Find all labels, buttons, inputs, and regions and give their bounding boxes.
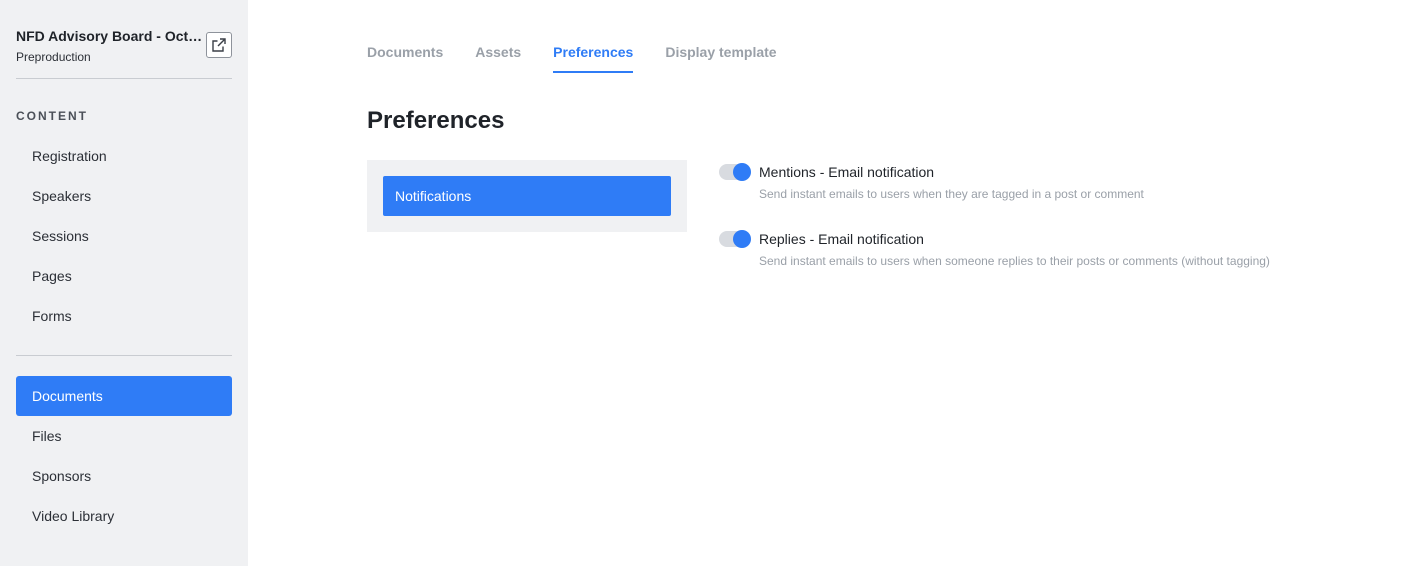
mentions-email-toggle[interactable] [719, 163, 751, 181]
category-notifications[interactable]: Notifications [383, 176, 671, 216]
preference-categories: Notifications [367, 160, 687, 232]
tab-documents[interactable]: Documents [367, 44, 443, 73]
project-subtitle: Preproduction [16, 50, 91, 64]
toggle-knob [733, 163, 751, 181]
sidebar-item-video-library[interactable]: Video Library [16, 496, 232, 536]
tab-preferences[interactable]: Preferences [553, 44, 634, 73]
project-header: NFD Advisory Board - October Preproducti… [16, 26, 232, 79]
project-title: NFD Advisory Board - October [16, 28, 204, 44]
tab-assets[interactable]: Assets [475, 44, 521, 73]
tab-bar: Documents Assets Preferences Display tem… [367, 44, 777, 73]
setting-label: Mentions - Email notification [759, 164, 935, 180]
setting-label: Replies - Email notification [759, 231, 924, 247]
sidebar-item-sessions[interactable]: Sessions [16, 216, 232, 256]
sidebar-divider [16, 355, 232, 356]
library-nav: Documents Files Sponsors Video Library [16, 376, 232, 536]
sidebar-item-forms[interactable]: Forms [16, 296, 232, 336]
toggle-knob [733, 230, 751, 248]
setting-description: Send instant emails to users when they a… [759, 187, 1144, 201]
sidebar-item-sponsors[interactable]: Sponsors [16, 456, 232, 496]
tab-display-template[interactable]: Display template [665, 44, 776, 73]
sidebar-item-registration[interactable]: Registration [16, 136, 232, 176]
replies-email-toggle[interactable] [719, 230, 751, 248]
sidebar: NFD Advisory Board - October Preproducti… [0, 0, 248, 566]
sidebar-item-pages[interactable]: Pages [16, 256, 232, 296]
page-title: Preferences [367, 107, 505, 134]
section-label-content: CONTENT [16, 109, 88, 123]
sidebar-item-files[interactable]: Files [16, 416, 232, 456]
content-nav: Registration Speakers Sessions Pages For… [16, 136, 232, 336]
external-link-icon [212, 38, 226, 52]
setting-description: Send instant emails to users when someon… [759, 254, 1270, 268]
sidebar-item-documents[interactable]: Documents [16, 376, 232, 416]
sidebar-item-speakers[interactable]: Speakers [16, 176, 232, 216]
open-external-button[interactable] [206, 32, 232, 58]
